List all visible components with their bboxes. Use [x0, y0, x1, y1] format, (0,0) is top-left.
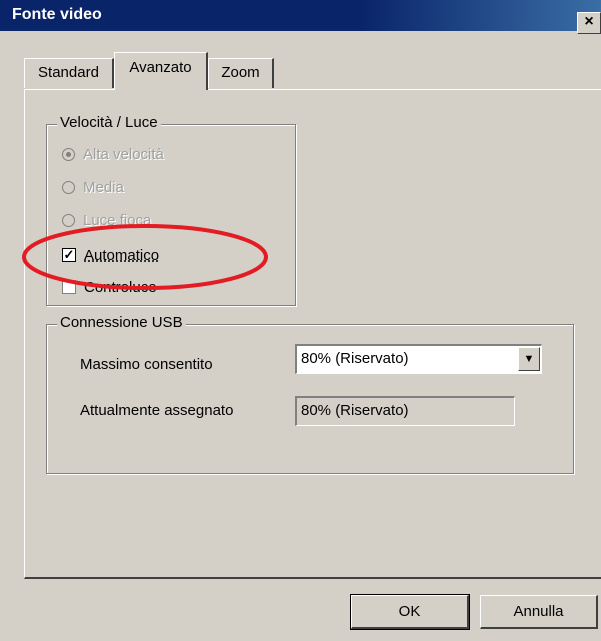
radio-luce-fioca[interactable]: Luce fioca — [62, 209, 151, 231]
currently-assigned-label: Attualmente assegnato — [80, 402, 234, 419]
select-value: 80% (Riservato) — [301, 350, 409, 367]
checkbox-controluce[interactable]: Controluce — [62, 276, 157, 298]
check-icon: ✓ — [62, 247, 76, 262]
title-bar: Fonte video × — [0, 0, 601, 34]
chevron-down-icon: ▼ — [523, 353, 535, 365]
checkbox-automatico[interactable]: ✓ Automatico — [62, 244, 159, 266]
video-source-dialog: Fonte video × Standard Avanzato Zoom Vel… — [0, 0, 601, 641]
radio-button-icon — [62, 213, 75, 227]
close-icon: × — [584, 13, 594, 30]
radio-label: Alta velocità — [83, 145, 164, 163]
ok-button[interactable]: OK — [350, 594, 470, 630]
radio-label: Luce fioca — [83, 211, 152, 229]
cancel-button[interactable]: Annulla — [480, 595, 598, 629]
tab-standard[interactable]: Standard — [24, 58, 114, 88]
window-title: Fonte video — [12, 6, 102, 23]
max-allowed-select[interactable]: 80% (Riservato) ▼ — [295, 344, 542, 374]
dropdown-arrow-icon[interactable]: ▼ — [518, 347, 540, 371]
radio-alta-velocita[interactable]: Alta velocità — [62, 143, 164, 165]
radio-button-icon — [62, 180, 75, 194]
radio-label: Media — [83, 178, 124, 196]
tab-label: Avanzato — [129, 59, 192, 76]
checkbox-icon — [62, 280, 76, 294]
checkbox-label: Automatico — [84, 246, 160, 264]
radio-button-icon — [62, 147, 75, 161]
currently-assigned-field: 80% (Riservato) — [295, 396, 515, 426]
tab-label: Standard — [38, 64, 99, 81]
tab-zoom[interactable]: Zoom — [208, 58, 274, 88]
assigned-value: 80% (Riservato) — [301, 402, 409, 419]
speed-light-group-label: Velocità / Luce — [57, 114, 161, 131]
tab-avanzato[interactable]: Avanzato — [114, 52, 208, 90]
radio-media[interactable]: Media — [62, 176, 124, 198]
max-allowed-label: Massimo consentito — [80, 356, 213, 373]
close-button[interactable]: × — [577, 12, 601, 34]
ok-button-label: OK — [398, 603, 421, 620]
cancel-button-label: Annulla — [513, 603, 564, 620]
usb-connection-group-label: Connessione USB — [57, 314, 186, 331]
tab-label: Zoom — [221, 64, 260, 81]
checkbox-label: Controluce — [84, 278, 157, 296]
